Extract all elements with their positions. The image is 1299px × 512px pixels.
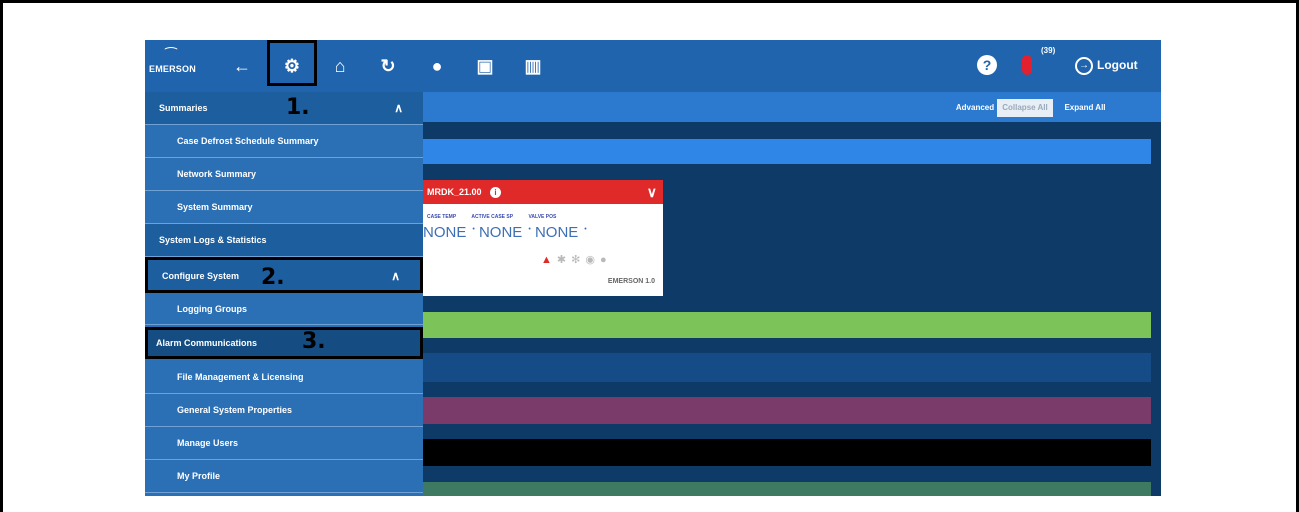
- callout-2: 2.: [261, 265, 285, 290]
- status-bar-green: [423, 312, 1151, 338]
- sidebar-item-label: General System Properties: [177, 405, 293, 415]
- status-bar-navy: [423, 353, 1151, 382]
- sidebar-item-label: Configure System: [162, 271, 240, 281]
- chevron-down-icon[interactable]: ∨: [647, 180, 657, 204]
- app-window: ⁀ EMERSON ← ⚙ ⌂ ↻ ● ▣ ▥ ? (39) → Logout S…: [145, 40, 1161, 496]
- sidebar-item-label: Network Summary: [177, 169, 257, 179]
- logout-button[interactable]: → Logout: [1075, 53, 1138, 77]
- book-icon[interactable]: ▥: [520, 53, 546, 79]
- main-toolbar: Advanced Collapse All Expand All: [423, 92, 1161, 122]
- alarm-bell-icon[interactable]: [1022, 55, 1032, 75]
- chevron-up-icon[interactable]: ∧: [394, 92, 403, 125]
- sidebar-item-network-summary[interactable]: Network Summary: [145, 158, 423, 191]
- logout-label: Logout: [1097, 58, 1138, 72]
- sidebar: Summaries ∧ Case Defrost Schedule Summar…: [145, 92, 423, 496]
- sidebar-item-label: Alarm Communications: [156, 338, 258, 348]
- sidebar-item-system-summary[interactable]: System Summary: [145, 191, 423, 224]
- sidebar-item-label: Summaries: [159, 103, 208, 113]
- sidebar-item-case-defrost[interactable]: Case Defrost Schedule Summary: [145, 125, 423, 158]
- globe-icon[interactable]: ●: [424, 53, 450, 79]
- sidebar-item-general-properties[interactable]: General System Properties: [145, 394, 423, 427]
- refresh-icon[interactable]: ↻: [375, 53, 401, 79]
- status-bar-teal: [423, 482, 1151, 496]
- status-bar-black: [423, 439, 1151, 466]
- sidebar-item-label: File Management & Licensing: [177, 372, 304, 382]
- device-card-footer: EMERSON 1.0: [607, 278, 655, 285]
- device-card-values: NONE • NONE • NONE •: [423, 224, 587, 241]
- sidebar-section-system-logs[interactable]: System Logs & Statistics: [145, 224, 423, 257]
- sidebar-section-summaries[interactable]: Summaries ∧: [145, 92, 423, 125]
- fan-icon: ✻: [571, 254, 586, 266]
- status-icon: ●: [599, 254, 612, 266]
- card-label: ACTIVE CASE SP: [471, 214, 514, 220]
- info-icon[interactable]: i: [490, 187, 502, 199]
- callout-3: 3.: [302, 329, 326, 354]
- sidebar-item-label: Case Defrost Schedule Summary: [177, 136, 319, 146]
- sidebar-item-label: System Logs & Statistics: [159, 235, 267, 245]
- callout-1: 1.: [286, 95, 310, 120]
- status-bar-blue: [423, 139, 1151, 164]
- sidebar-item-label: My Profile: [177, 471, 221, 481]
- logo-text: EMERSON: [149, 64, 196, 74]
- card-label: CASE TEMP: [427, 214, 457, 220]
- notification-count: (39): [1041, 46, 1056, 55]
- back-arrow-icon[interactable]: ←: [229, 53, 255, 79]
- card-value: NONE: [423, 224, 467, 241]
- sidebar-item-label: Logging Groups: [177, 304, 247, 314]
- status-bar-purple: [423, 397, 1151, 424]
- device-card-labels: CASE TEMP ACTIVE CASE SP VALVE POS: [427, 214, 570, 220]
- advanced-button[interactable]: Advanced: [953, 99, 997, 117]
- card-value: NONE: [534, 224, 579, 241]
- gear-icon[interactable]: ⚙: [279, 53, 305, 79]
- sidebar-item-alarm-communications[interactable]: Alarm Communications: [145, 327, 423, 359]
- logout-icon: →: [1075, 56, 1093, 75]
- sidebar-item-label: System Summary: [177, 202, 253, 212]
- device-card-header[interactable]: MRDK_21.00 i ∨: [423, 180, 663, 204]
- help-icon[interactable]: ?: [977, 55, 997, 75]
- expand-all-button[interactable]: Expand All: [1057, 99, 1113, 117]
- chevron-up-icon[interactable]: ∧: [391, 260, 400, 293]
- sidebar-item-file-management[interactable]: File Management & Licensing: [145, 361, 423, 394]
- collapse-all-button[interactable]: Collapse All: [997, 99, 1053, 117]
- device-card[interactable]: MRDK_21.00 i ∨ CASE TEMP ACTIVE CASE SP …: [423, 180, 663, 296]
- emerson-logo: ⁀ EMERSON: [149, 47, 196, 84]
- calendar-icon[interactable]: ▣: [472, 53, 498, 79]
- device-card-icons: ▲✱✻◉●: [541, 253, 612, 266]
- device-card-title: MRDK_21.00: [427, 187, 482, 197]
- sidebar-item-my-profile[interactable]: My Profile: [145, 460, 423, 493]
- defrost-icon: ✱: [556, 254, 572, 266]
- sidebar-item-manage-users[interactable]: Manage Users: [145, 427, 423, 460]
- card-label: VALVE POS: [528, 214, 557, 220]
- sidebar-item-logging-groups[interactable]: Logging Groups: [145, 293, 423, 325]
- alarm-icon: ▲: [541, 254, 557, 266]
- card-value: NONE: [478, 224, 523, 241]
- home-icon[interactable]: ⌂: [327, 53, 353, 79]
- logo-mark-icon: ⁀: [165, 47, 177, 63]
- sidebar-item-label: Manage Users: [177, 438, 239, 448]
- light-icon: ◉: [585, 254, 600, 266]
- top-toolbar: ⁀ EMERSON ← ⚙ ⌂ ↻ ● ▣ ▥ ? (39) → Logout: [145, 40, 1161, 92]
